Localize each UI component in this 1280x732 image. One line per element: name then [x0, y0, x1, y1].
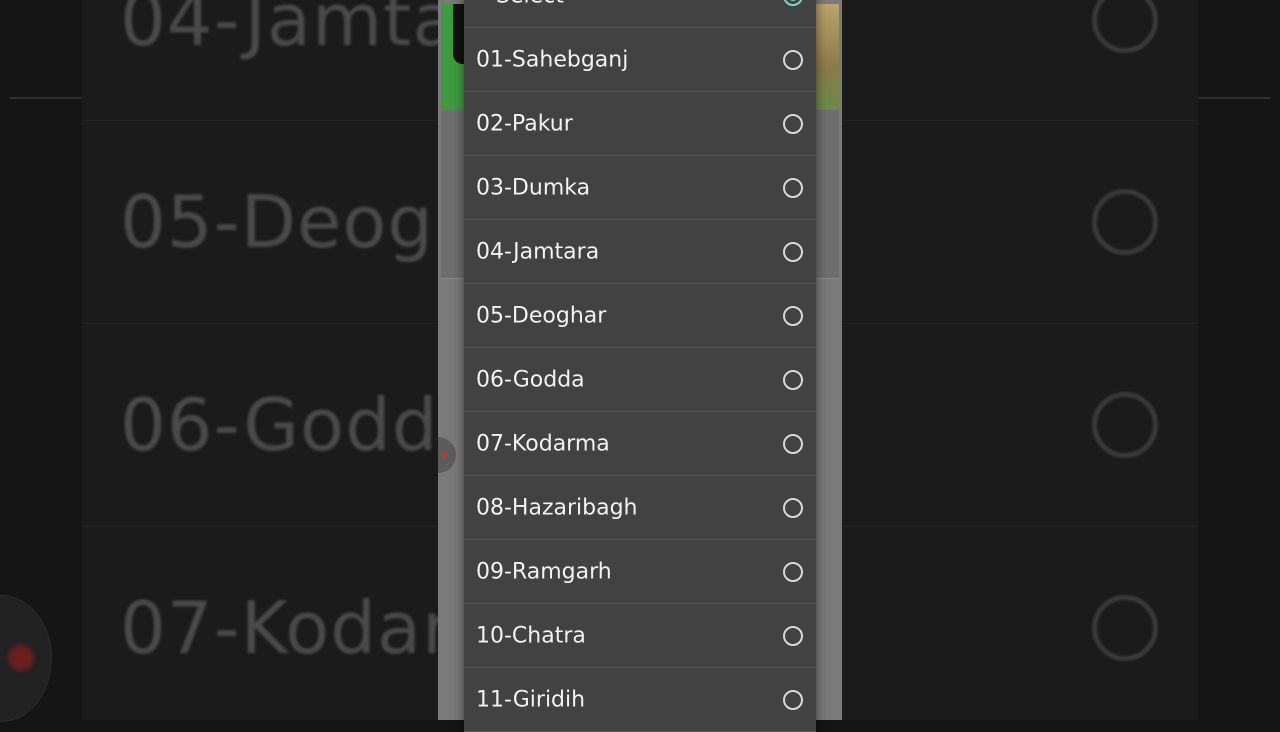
option-label: 03-Dumka: [476, 175, 591, 200]
background-row-label: 06-Godda: [120, 383, 484, 467]
radio-unchecked-icon[interactable]: [783, 497, 803, 518]
radio-unchecked-icon[interactable]: [783, 49, 803, 70]
option-label: 06-Godda: [476, 367, 585, 392]
radio-unchecked-icon[interactable]: [783, 625, 803, 646]
option-label: 08-Hazaribagh: [476, 495, 638, 520]
radio-unchecked-icon[interactable]: [783, 433, 803, 454]
dropdown-option[interactable]: 05-Deoghar: [464, 284, 816, 348]
dropdown-option[interactable]: 08-Hazaribagh: [464, 476, 816, 540]
dropdown-option[interactable]: 11-Giridih: [464, 668, 816, 732]
option-label: 09-Ramgarh: [476, 559, 612, 584]
radio-checked-icon[interactable]: [783, 0, 803, 6]
background-divider: [1198, 97, 1270, 99]
radio-unchecked-icon[interactable]: [783, 241, 803, 262]
dropdown-option[interactable]: 04-Jamtara: [464, 220, 816, 284]
option-label: Select: [496, 0, 564, 8]
radio-unchecked-icon[interactable]: [783, 305, 803, 326]
option-label: 10-Chatra: [476, 623, 586, 648]
background-radio-icon: [1092, 0, 1158, 53]
dropdown-option[interactable]: 03-Dumka: [464, 156, 816, 220]
screen-record-indicator-icon[interactable]: [438, 437, 456, 473]
option-label: 04-Jamtara: [476, 239, 600, 264]
background-divider: [10, 97, 82, 99]
radio-unchecked-icon[interactable]: [783, 113, 803, 134]
dropdown-option[interactable]: 01-Sahebganj: [464, 28, 816, 92]
background-radio-icon: [1092, 595, 1158, 661]
dropdown-option[interactable]: 06-Godda: [464, 348, 816, 412]
radio-unchecked-icon[interactable]: [783, 561, 803, 582]
radio-unchecked-icon[interactable]: [783, 369, 803, 390]
option-label: 11-Giridih: [476, 687, 586, 712]
option-label: 05-Deoghar: [476, 303, 607, 328]
option-label: 01-Sahebganj: [476, 47, 629, 72]
background-radio-icon: [1092, 392, 1158, 458]
option-label: 07-Kodarma: [476, 431, 610, 456]
dropdown-option-select[interactable]: Select: [464, 0, 816, 28]
dropdown-option[interactable]: 02-Pakur: [464, 92, 816, 156]
radio-unchecked-icon[interactable]: [783, 177, 803, 198]
radio-unchecked-icon[interactable]: [783, 689, 803, 710]
background-record-dot-icon: [8, 645, 34, 671]
background-radio-icon: [1092, 189, 1158, 255]
dropdown-option[interactable]: 07-Kodarma: [464, 412, 816, 476]
district-dropdown-list[interactable]: Select 01-Sahebganj 02-Pakur 03-Dumka 04…: [464, 0, 816, 732]
dropdown-option[interactable]: 09-Ramgarh: [464, 540, 816, 604]
dropdown-option[interactable]: 10-Chatra: [464, 604, 816, 668]
option-label: 02-Pakur: [476, 111, 573, 136]
